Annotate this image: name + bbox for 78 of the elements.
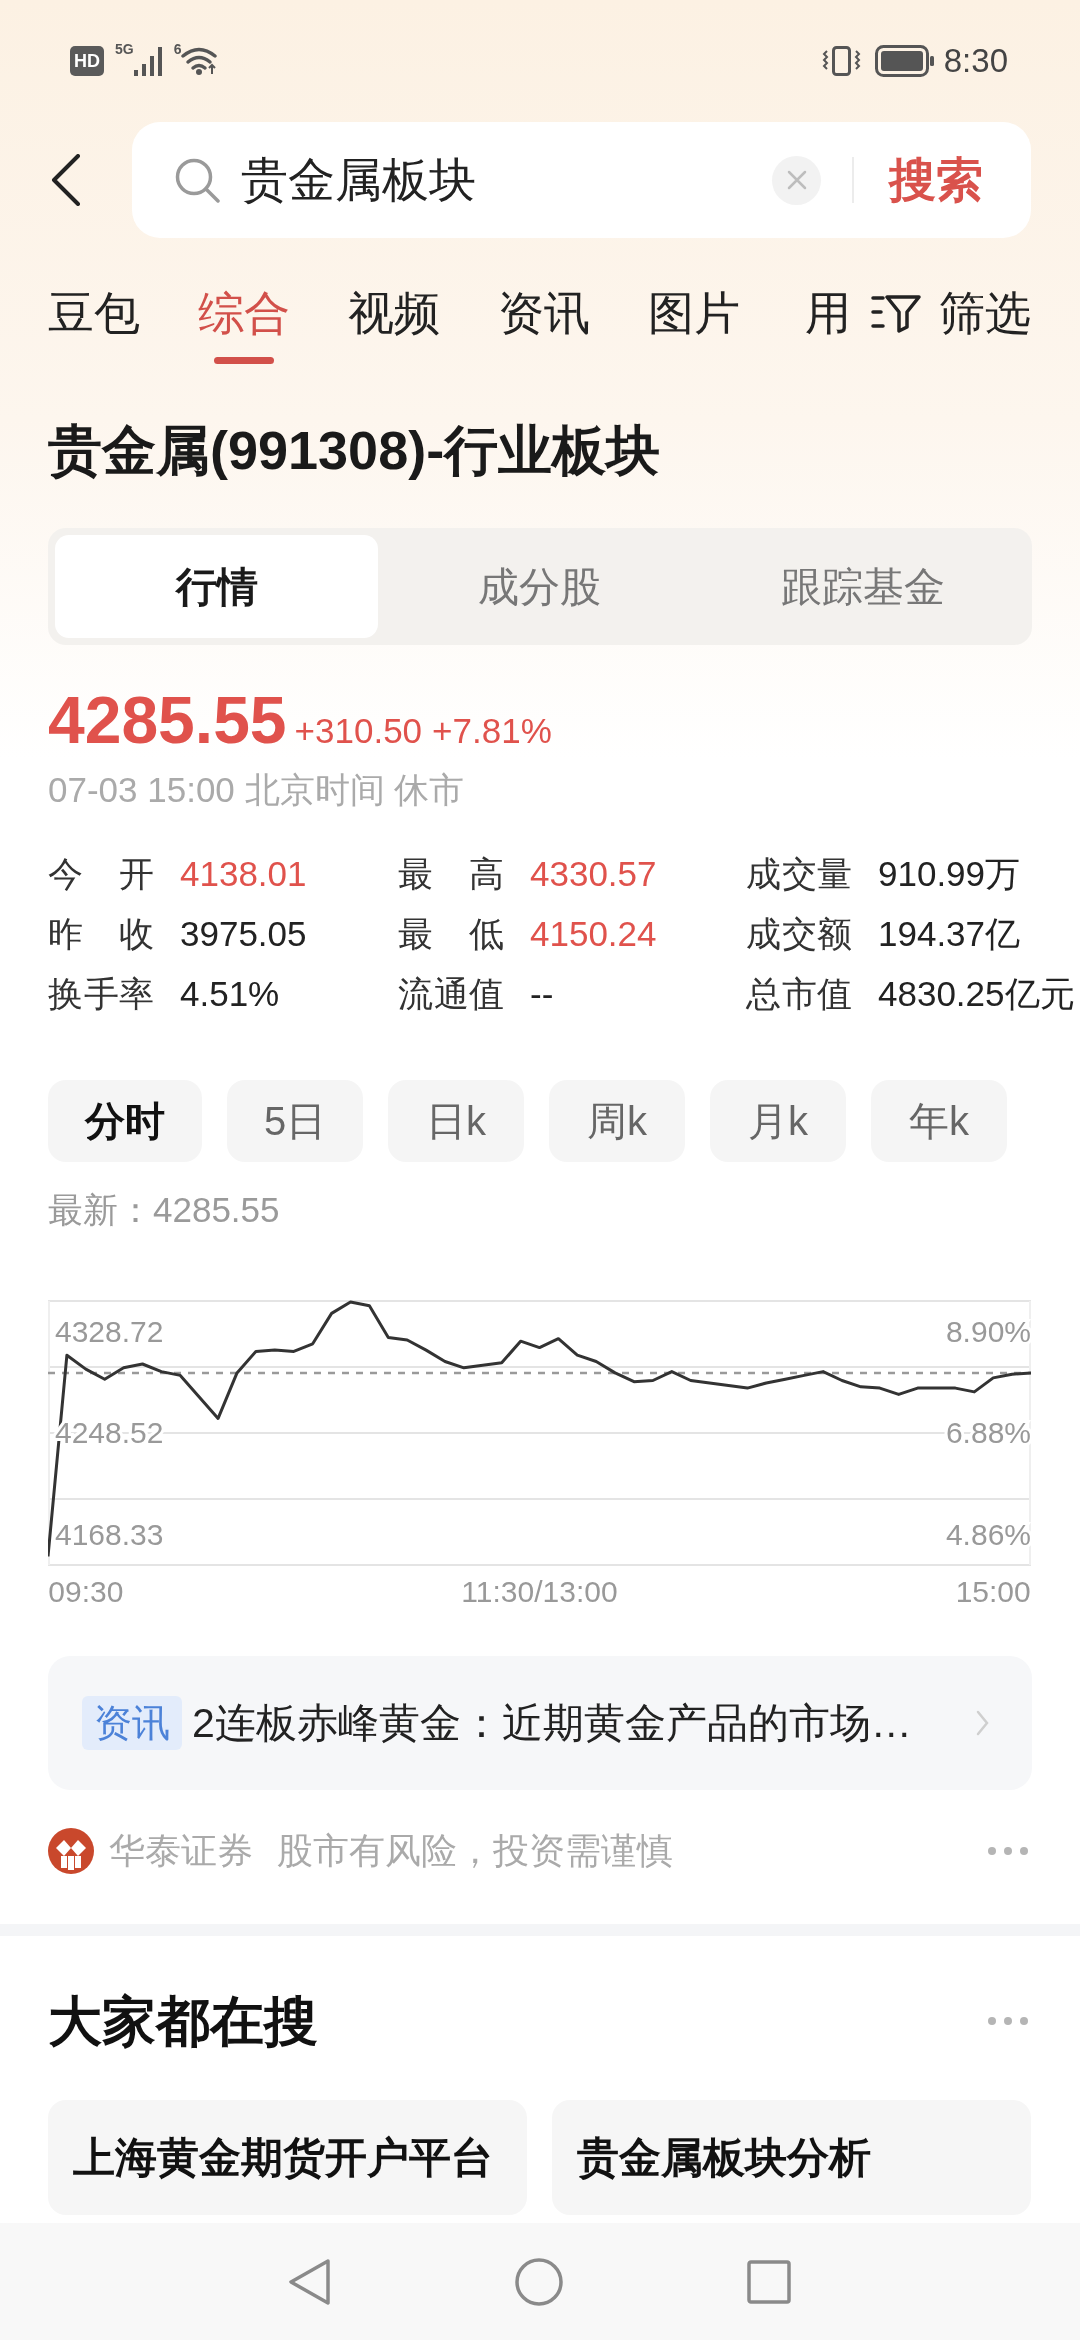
- suggestion-chip[interactable]: 上海黄金期货开户平台: [48, 2100, 527, 2215]
- battery-icon: [874, 45, 935, 77]
- segment-tab[interactable]: 行情: [55, 535, 379, 638]
- stat-label: 成交额: [746, 914, 852, 954]
- section-title: 大家都在搜: [48, 1990, 318, 2053]
- filter-icon: [871, 293, 921, 333]
- chevron-right-icon: [976, 1710, 989, 1736]
- stat-label: 成交量: [746, 854, 852, 894]
- network-type-label: 5G: [115, 42, 134, 57]
- price-change-percent: +7.81%: [432, 711, 552, 751]
- percent-axis-label: 6.88%: [945, 1416, 1031, 1450]
- close-icon: [786, 170, 807, 190]
- stat-value: 4.51%: [180, 974, 280, 1014]
- latest-price-label: 最新：4285.55: [48, 1190, 281, 1230]
- stat-label: 今 开: [48, 854, 154, 894]
- period-tab[interactable]: 月k: [710, 1080, 846, 1162]
- stat-value: 194.37亿: [878, 914, 1021, 954]
- search-field[interactable]: 贵金属板块: [241, 150, 772, 210]
- more-icon[interactable]: [988, 1847, 1028, 1855]
- x-axis-label: 15:00: [955, 1574, 1031, 1608]
- x-axis-label: 09:30: [48, 1574, 124, 1608]
- tab[interactable]: 图片: [648, 285, 740, 364]
- page-title: 贵金属(991308)-行业板块: [48, 419, 662, 482]
- period-tab[interactable]: 日k: [388, 1080, 524, 1162]
- tab[interactable]: 资讯: [498, 285, 590, 364]
- risk-notice: 股市有风险，投资需谨慎: [277, 1829, 673, 1873]
- y-axis-label: 4168.33: [55, 1517, 164, 1551]
- stat-label: 总市值: [746, 974, 852, 1014]
- percent-axis-label: 4.86%: [945, 1517, 1031, 1551]
- back-triangle-icon[interactable]: [288, 2257, 331, 2306]
- home-circle-icon[interactable]: [515, 2257, 563, 2306]
- price-change: +310.50: [294, 711, 423, 751]
- segment-tab[interactable]: 跟踪基金: [701, 535, 1025, 638]
- suggestion-chip[interactable]: 贵金属板块分析: [552, 2100, 1031, 2215]
- tab[interactable]: 豆包: [48, 285, 140, 364]
- filter-button[interactable]: 筛选: [871, 285, 1031, 341]
- tab[interactable]: 视频: [348, 285, 440, 364]
- sponsor-name: 华泰证券: [109, 1829, 253, 1873]
- price-value: 4285.55: [48, 682, 287, 758]
- tab[interactable]: 综合: [198, 285, 290, 364]
- clock-time: 8:30: [943, 41, 1008, 81]
- stat-value: 4150.24: [530, 914, 657, 954]
- tab[interactable]: 用: [798, 285, 858, 364]
- stat-label: 最 高: [398, 854, 504, 894]
- logo-icon: [48, 1828, 94, 1874]
- wifi-icon: [181, 47, 220, 75]
- news-tag: 资讯: [82, 1696, 182, 1750]
- period-tab[interactable]: 年k: [871, 1080, 1007, 1162]
- quote-time: 07-03 15:00 北京时间 休市: [48, 770, 466, 810]
- y-axis-label: 4328.72: [55, 1314, 164, 1348]
- stat-value: 4138.01: [180, 854, 307, 894]
- stat-value: 3975.05: [180, 914, 307, 954]
- stat-value: 4830.25亿元: [878, 974, 1075, 1014]
- period-tab[interactable]: 周k: [549, 1080, 685, 1162]
- recents-square-icon[interactable]: [747, 2259, 791, 2304]
- news-card[interactable]: 资讯 2连板赤峰黄金：近期黄金产品的市场…: [48, 1656, 1032, 1790]
- vibrate-icon: [821, 46, 861, 76]
- stat-label: 最 低: [398, 914, 504, 954]
- search-button[interactable]: 搜索: [889, 150, 983, 210]
- hd-badge: HD: [70, 46, 104, 76]
- clear-button[interactable]: [772, 155, 821, 205]
- wifi-standard-label: 6: [173, 42, 182, 57]
- period-tab[interactable]: 分时: [48, 1080, 202, 1162]
- stat-value: 4330.57: [530, 854, 657, 894]
- stat-label: 流通值: [398, 974, 504, 1014]
- stat-label: 换手率: [48, 974, 154, 1014]
- x-axis-label: 11:30/13:00: [461, 1574, 618, 1608]
- search-icon: [174, 157, 220, 203]
- percent-axis-label: 8.90%: [945, 1314, 1031, 1348]
- period-tab[interactable]: 5日: [227, 1080, 363, 1162]
- signal-icon: [133, 46, 164, 76]
- stat-value: --: [530, 974, 554, 1014]
- stat-value: 910.99万: [878, 854, 1021, 894]
- stat-label: 昨 收: [48, 914, 154, 954]
- back-icon: [51, 154, 81, 206]
- more-icon[interactable]: [988, 2017, 1028, 2025]
- segment-tab[interactable]: 成分股: [378, 535, 702, 638]
- news-headline: 2连板赤峰黄金：近期黄金产品的市场…: [192, 1699, 912, 1748]
